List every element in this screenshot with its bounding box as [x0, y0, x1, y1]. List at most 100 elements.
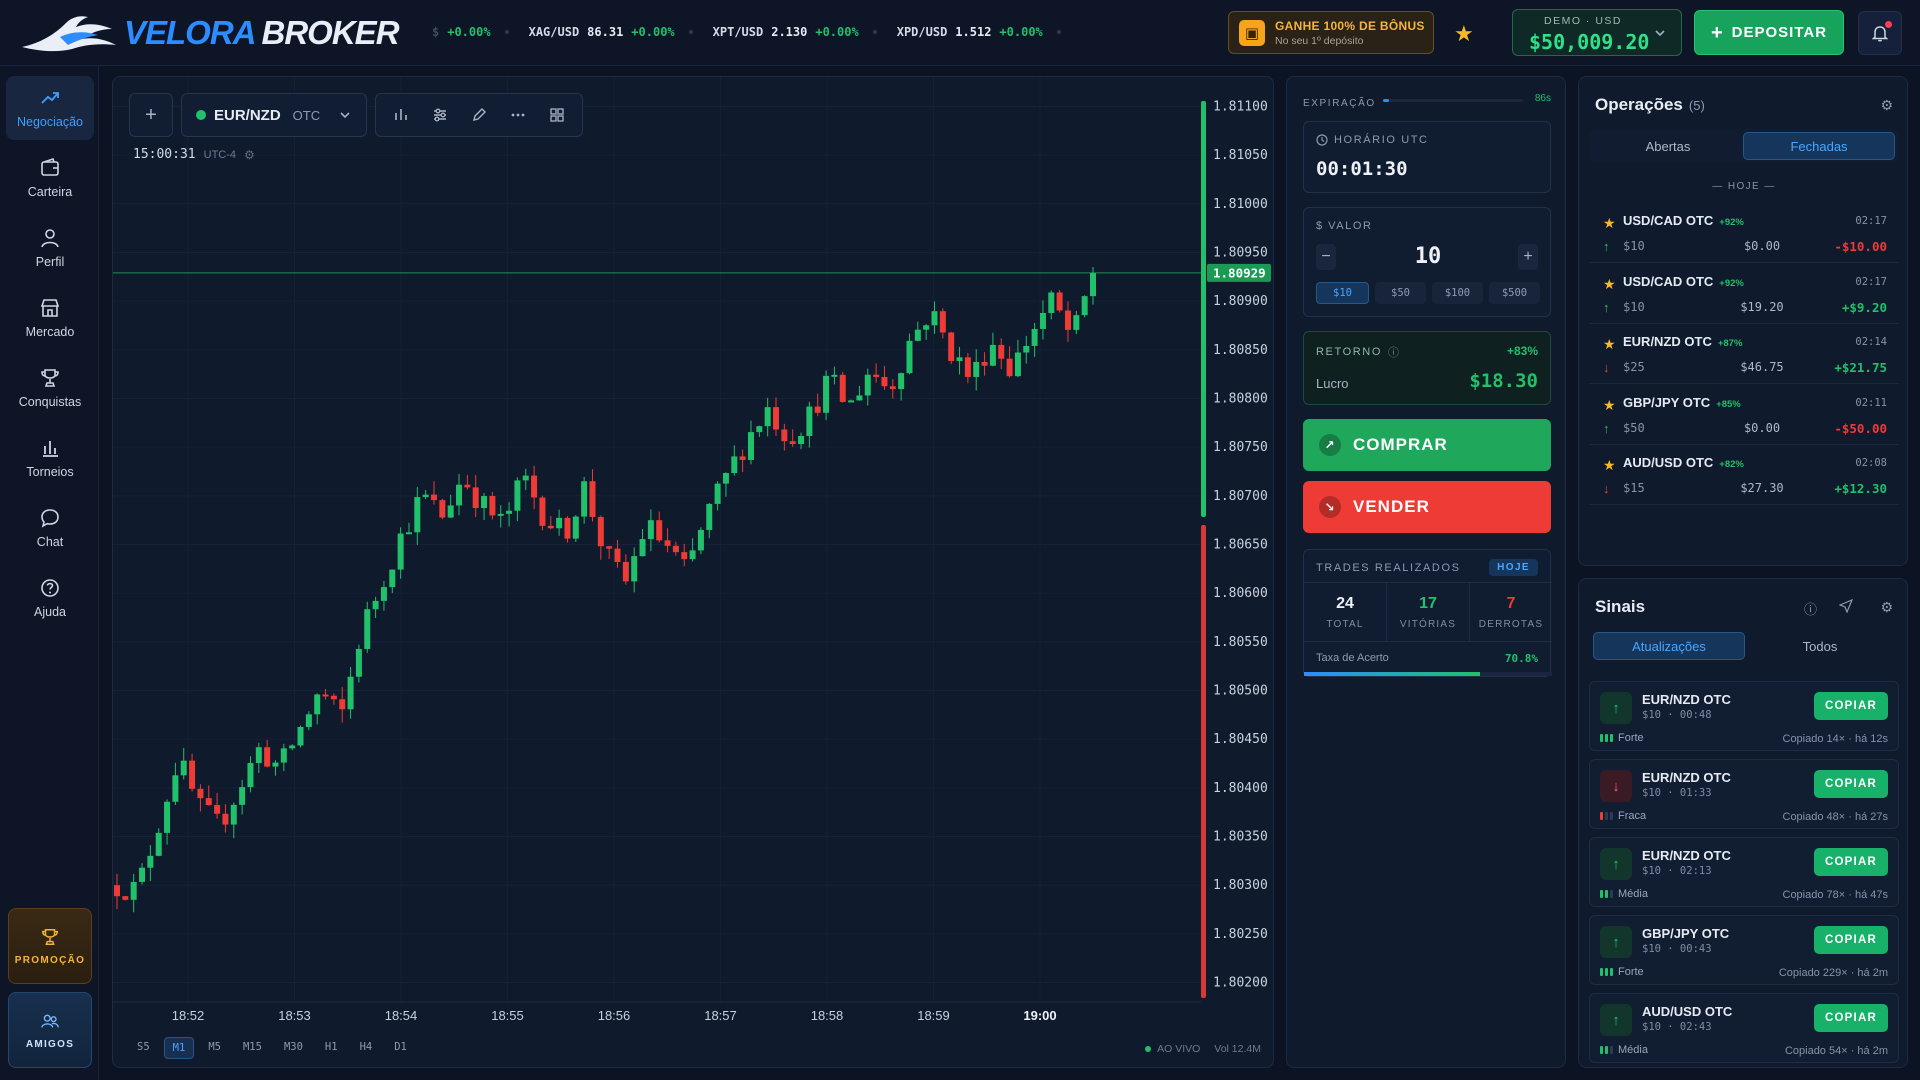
indicators-icon[interactable]: [431, 106, 449, 124]
candle-body: [1031, 328, 1038, 346]
stats-period[interactable]: HOJE: [1489, 559, 1538, 576]
operation-row[interactable]: ★ AUD/USD OTC +82% 02:08 ↓ $15 $27.30 +$12.30: [1589, 445, 1899, 505]
current-price-label: 1.80929: [1213, 265, 1266, 280]
layout-grid-icon[interactable]: [548, 106, 566, 124]
timeframe-h4[interactable]: H4: [352, 1037, 381, 1059]
operations-tab-1[interactable]: Fechadas: [1743, 132, 1895, 160]
candle-body: [664, 540, 671, 546]
price-chart[interactable]: 1.81100 1.81050 1.81000 1.80950 1.80900 1.808…: [113, 77, 1274, 1068]
y-tick-label: 1.80600: [1213, 586, 1268, 601]
trophy-icon: [41, 928, 59, 945]
signals-tab-1[interactable]: Todos: [1745, 632, 1895, 660]
signal-strength-label: Fraca: [1618, 810, 1647, 822]
settings-gear-icon[interactable]: ⚙: [1880, 97, 1893, 114]
copy-signal-button[interactable]: COPIAR: [1814, 770, 1888, 798]
sidebar-item-torneios[interactable]: Torneios: [6, 426, 94, 490]
copy-signal-button[interactable]: COPIAR: [1814, 1004, 1888, 1032]
operation-payout: $0.00: [1743, 239, 1781, 253]
ticker-item[interactable]: $ +0.00%: [432, 25, 509, 39]
signal-pair: AUD/USD OTC: [1642, 1004, 1733, 1019]
star-icon: ★: [1603, 336, 1616, 352]
amount-preset[interactable]: $50: [1375, 282, 1426, 304]
settings-gear-icon[interactable]: ⚙: [244, 148, 255, 162]
sidebar-item-ajuda[interactable]: Ajuda: [6, 566, 94, 630]
promotion-button[interactable]: PROMOÇÃO: [8, 908, 92, 984]
amount-input[interactable]: 10: [1344, 244, 1512, 269]
sidebar-item-conquistas[interactable]: Conquistas: [6, 356, 94, 420]
market-ticker: $ +0.00% XAG/USD 86.31 +0.00% XPT/USD 2.130 +0.…: [432, 22, 1081, 42]
ticker-item[interactable]: XPT/USD 2.130 +0.00%: [713, 25, 877, 39]
utc-time-card[interactable]: HORÁRIO UTC 00:01:30: [1303, 121, 1551, 193]
decrease-amount-button[interactable]: −: [1316, 244, 1336, 270]
candle-body: [589, 481, 596, 517]
x-tick-label: 18:54: [385, 1008, 418, 1023]
expiration-row: EXPIRAÇÃO 86s: [1303, 93, 1551, 109]
y-tick-label: 1.80300: [1213, 878, 1268, 893]
copy-signal-button[interactable]: COPIAR: [1814, 692, 1888, 720]
trade-panel: EXPIRAÇÃO 86s HORÁRIO UTC 00:01:30 $ VAL…: [1286, 76, 1566, 1068]
ticker-item[interactable]: XAG/USD 86.31 +0.00%: [529, 25, 693, 39]
copy-signal-button[interactable]: COPIAR: [1814, 848, 1888, 876]
buy-button[interactable]: ↗ COMPRAR: [1303, 419, 1551, 471]
deposit-button[interactable]: + DEPOSITAR: [1694, 10, 1844, 55]
ticker-item[interactable]: XPD/USD 1.512 +0.00%: [897, 25, 1061, 39]
y-tick-label: 1.80400: [1213, 781, 1268, 796]
candle-body: [998, 344, 1005, 359]
asset-selector[interactable]: EUR/NZD OTC: [181, 93, 367, 137]
timeframe-s5[interactable]: S5: [129, 1037, 158, 1059]
candle-body: [130, 881, 137, 900]
increase-amount-button[interactable]: +: [1518, 244, 1538, 270]
y-tick-label: 1.80850: [1213, 343, 1268, 358]
friends-button[interactable]: AMIGOS: [8, 992, 92, 1068]
brand-logo[interactable]: VELORA BROKER: [20, 10, 400, 56]
timeframe-m5[interactable]: M5: [200, 1037, 229, 1059]
info-icon[interactable]: ⓘ: [1388, 344, 1399, 360]
drawing-pen-icon[interactable]: [470, 106, 488, 124]
sidebar-item-mercado[interactable]: Mercado: [6, 286, 94, 350]
account-selector[interactable]: DEMO · USD $50,009.20: [1512, 9, 1682, 56]
operation-payout: $0.00: [1743, 420, 1781, 435]
operation-row[interactable]: ★ USD/CAD OTC +92% 02:17 ↑ $10 $0.00 -$10.00: [1589, 203, 1899, 263]
favorite-star-icon[interactable]: ★: [1454, 21, 1474, 47]
store-icon: [40, 299, 60, 317]
timeframe-m1[interactable]: M1: [163, 1037, 195, 1059]
timeframe-m15[interactable]: M15: [235, 1037, 270, 1059]
timeframe-m30[interactable]: M30: [276, 1037, 311, 1059]
operation-row[interactable]: ★ GBP/JPY OTC +85% 02:11 ↑ $50 $0.00 -$50.00: [1589, 385, 1899, 445]
amount-preset[interactable]: $500: [1489, 282, 1540, 304]
sidebar-item-negociação[interactable]: Negociação: [6, 76, 94, 140]
more-dots-icon[interactable]: [509, 106, 527, 124]
operation-row[interactable]: ★ EUR/NZD OTC +87% 02:14 ↓ $25 $46.75 +$21.75: [1589, 324, 1899, 384]
operations-tab-0[interactable]: Abertas: [1593, 132, 1743, 160]
chart-type-icon[interactable]: [392, 106, 410, 124]
operations-panel: Operações (5) ⚙ Abertas Fechadas — HOJE — …: [1578, 76, 1908, 566]
operation-row[interactable]: ★ USD/CAD OTC +92% 02:17 ↑ $10 $19.20 +$9.20: [1589, 264, 1899, 324]
settings-gear-icon[interactable]: ⚙: [1880, 599, 1893, 616]
send-icon[interactable]: [1839, 599, 1853, 613]
stat-total: 24: [1336, 595, 1354, 612]
volume-label: Vol 12.4M: [1214, 1043, 1261, 1055]
signals-panel: Sinais ⓘ ⚙ Atualizações Todos ↑ EUR/NZD OT…: [1578, 578, 1908, 1068]
amount-preset[interactable]: $10: [1316, 282, 1369, 304]
candle-body: [1048, 292, 1055, 313]
sell-button[interactable]: ↘ VENDER: [1303, 481, 1551, 533]
operation-amount: $10: [1623, 299, 1645, 314]
bonus-banner[interactable]: ▣ GANHE 100% DE BÔNUS No seu 1º depósito: [1228, 11, 1434, 54]
sidebar-item-chat[interactable]: Chat: [6, 496, 94, 560]
notifications-button[interactable]: [1858, 11, 1902, 55]
candle-body: [814, 406, 821, 413]
timeframe-d1[interactable]: D1: [386, 1037, 415, 1059]
add-chart-button[interactable]: +: [129, 93, 173, 137]
strength-bars-icon: [1600, 968, 1613, 976]
sidebar-item-perfil[interactable]: Perfil: [6, 216, 94, 280]
candle-body: [255, 747, 262, 764]
help-icon[interactable]: ⓘ: [1804, 599, 1817, 618]
signals-tab-0[interactable]: Atualizações: [1593, 632, 1745, 660]
deposit-label: DEPOSITAR: [1731, 24, 1828, 41]
amount-preset[interactable]: $100: [1432, 282, 1483, 304]
candle-body: [197, 788, 204, 799]
copy-signal-button[interactable]: COPIAR: [1814, 926, 1888, 954]
y-tick-label: 1.80350: [1213, 830, 1268, 845]
timeframe-h1[interactable]: H1: [317, 1037, 346, 1059]
sidebar-item-carteira[interactable]: Carteira: [6, 146, 94, 210]
